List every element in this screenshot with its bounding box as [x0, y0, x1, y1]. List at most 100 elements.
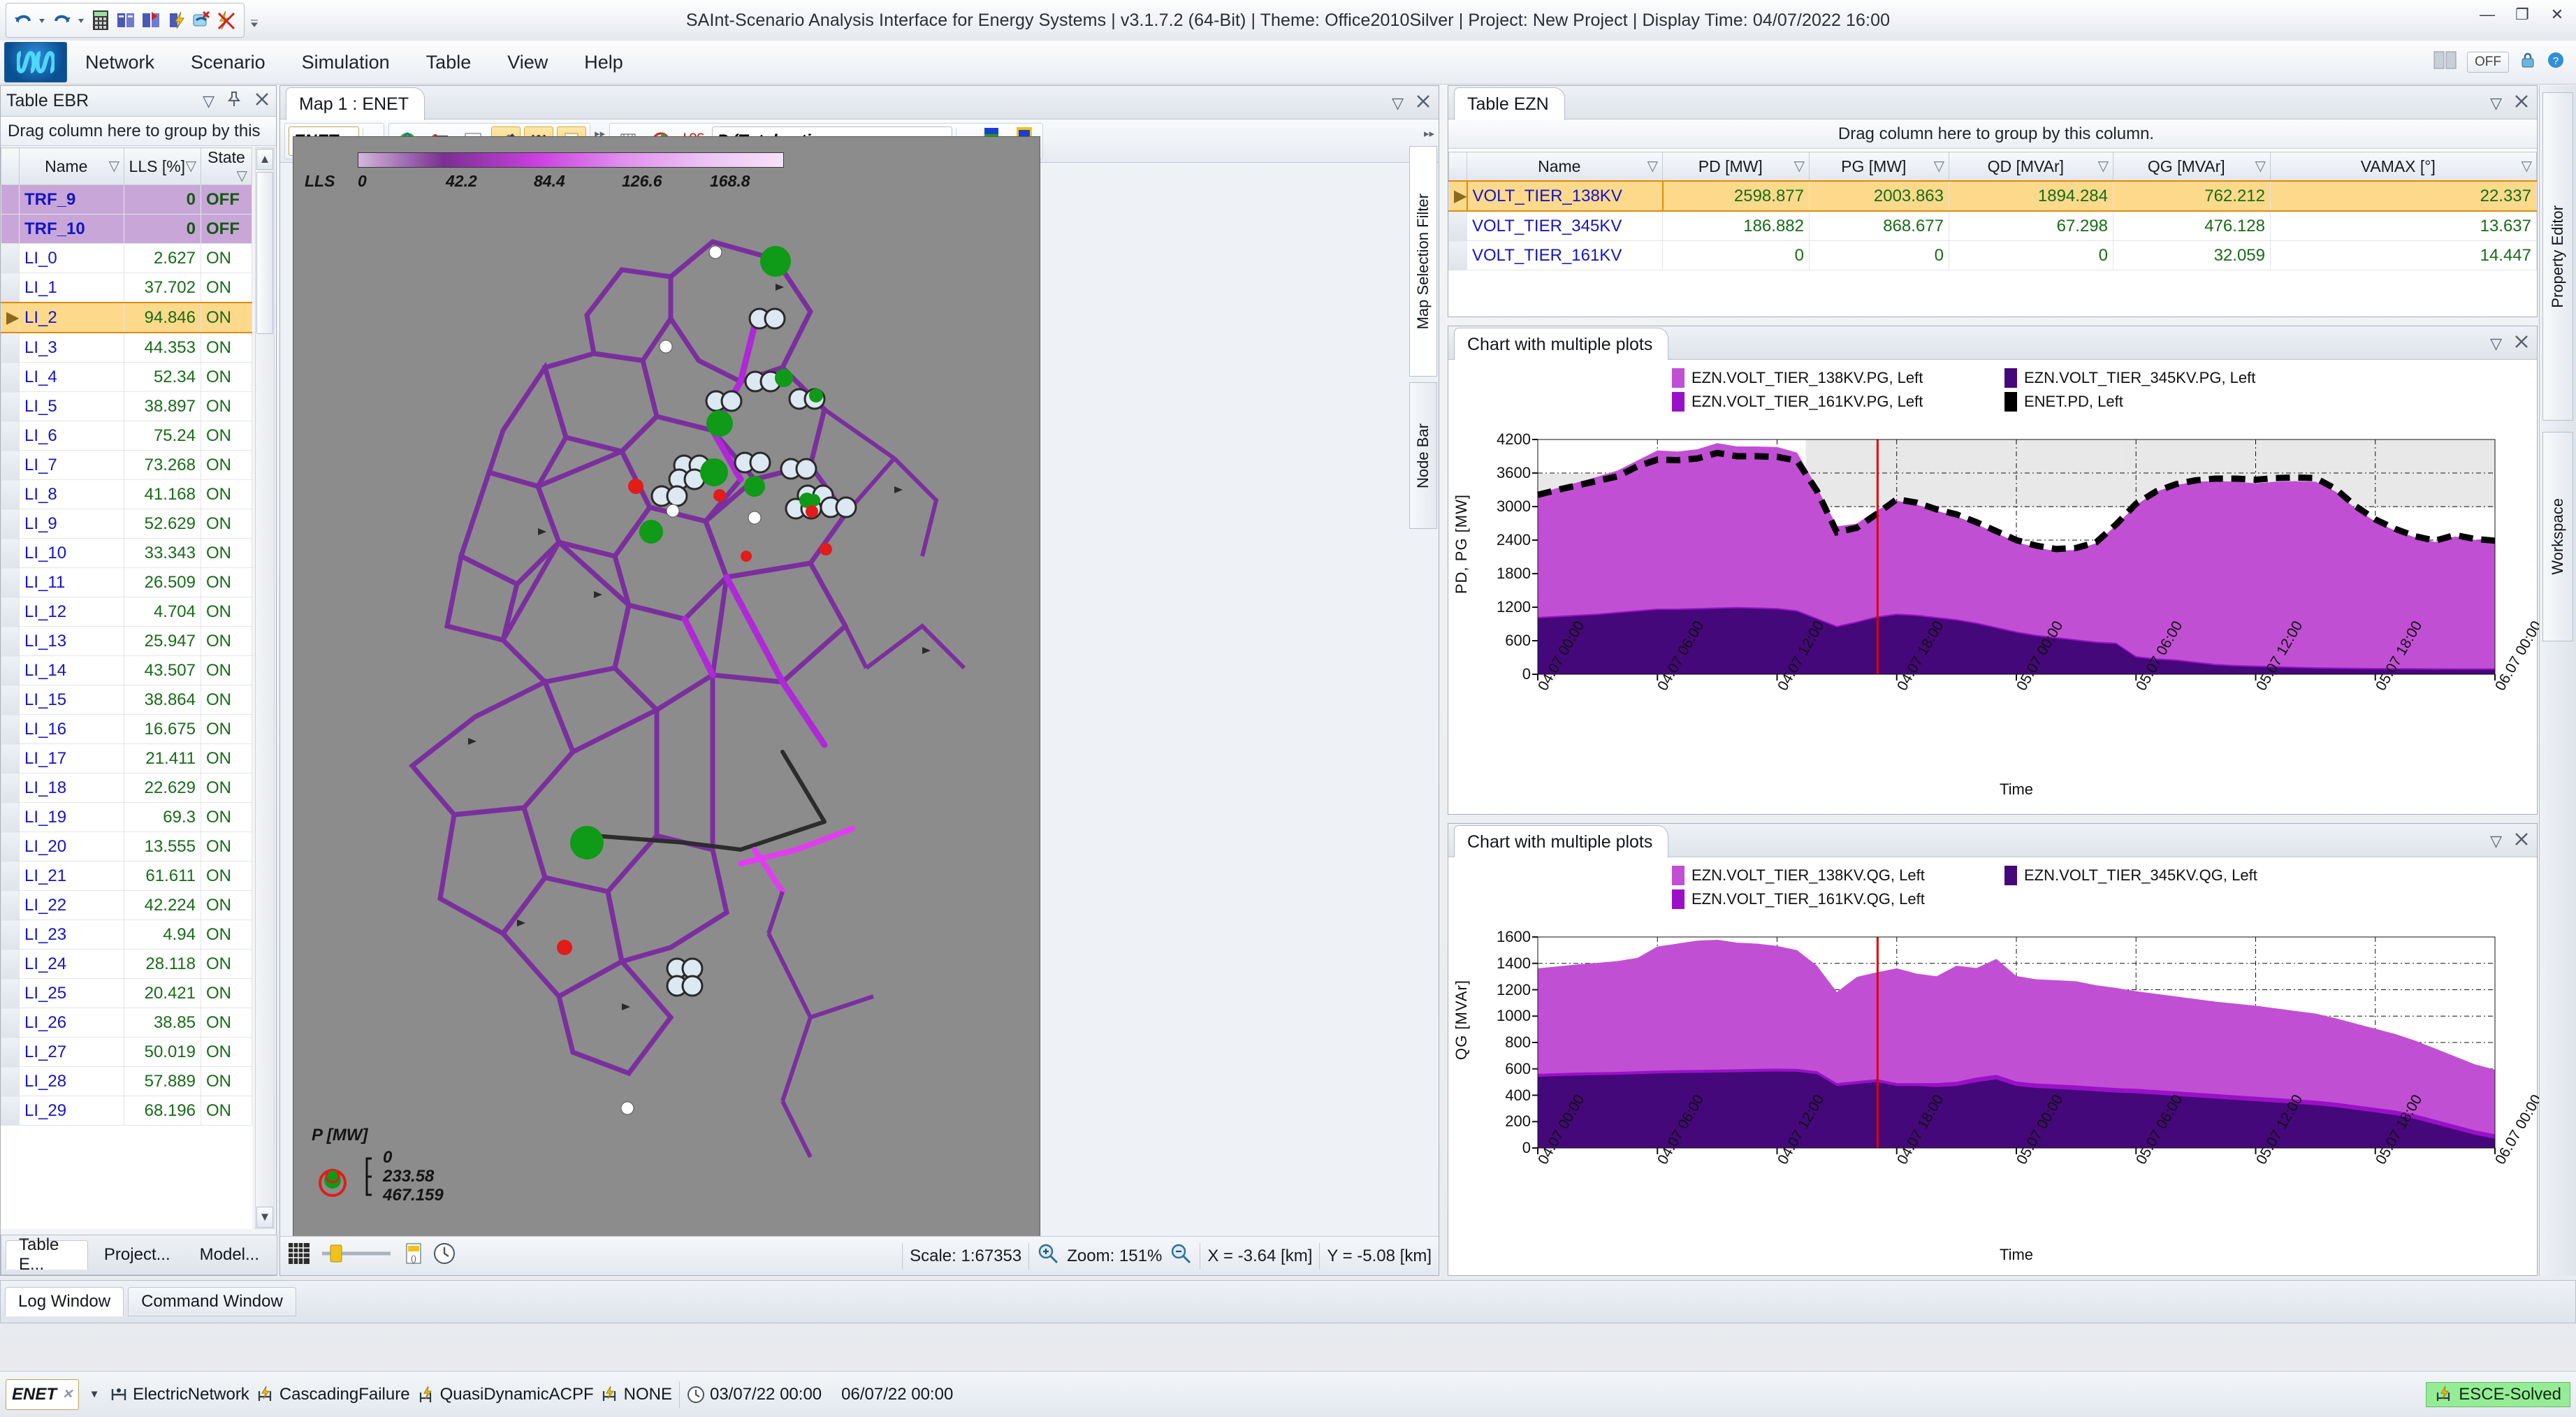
ezn-col-name[interactable]: Name ▽ — [1467, 152, 1663, 182]
close-panel-icon[interactable] — [2513, 93, 2530, 114]
filter-icon[interactable]: ▽ — [1934, 157, 1944, 175]
tab-log-window[interactable]: Log Window — [5, 1287, 124, 1316]
row-indicator[interactable] — [1, 685, 20, 715]
filter-icon[interactable]: ▽ — [2255, 157, 2266, 175]
scroll-down-button[interactable]: ▼ — [256, 1207, 273, 1228]
tab-command-window[interactable]: Command Window — [128, 1287, 296, 1316]
menu-item-view[interactable]: View — [489, 41, 566, 84]
row-indicator[interactable] — [1, 1037, 20, 1067]
cell-name[interactable]: LI_20 — [19, 831, 124, 862]
filter-icon[interactable]: ▽ — [109, 157, 119, 175]
cell-lls[interactable]: 94.846 — [124, 302, 201, 333]
cell-name[interactable]: LI_17 — [19, 743, 124, 773]
cell-qg[interactable]: 32.059 — [2113, 240, 2271, 270]
cell-lls[interactable]: 2.627 — [124, 243, 201, 273]
pin-icon[interactable] — [226, 91, 242, 112]
chevron-down-icon[interactable]: ▼ — [86, 1381, 103, 1408]
cell-name[interactable]: LI_28 — [19, 1066, 124, 1096]
table-row[interactable]: LI_18 22.629 ON — [1, 773, 252, 803]
cell-vamax[interactable]: 22.337 — [2270, 180, 2537, 212]
row-indicator[interactable] — [1, 597, 20, 627]
panel-menu-icon[interactable]: ▽ — [2490, 94, 2502, 112]
ebr-group-panel[interactable]: Drag column here to group by this — [1, 117, 276, 146]
row-indicator[interactable] — [1, 890, 20, 920]
table-row[interactable]: LI_29 68.196 ON — [1, 1096, 252, 1126]
cell-state[interactable]: ON — [201, 655, 252, 685]
cell-name[interactable]: LI_12 — [19, 597, 124, 627]
menu-item-simulation[interactable]: Simulation — [284, 41, 408, 84]
cell-lls[interactable]: 4.704 — [124, 597, 201, 627]
row-indicator[interactable] — [1, 949, 20, 979]
cell-name[interactable]: LI_7 — [19, 450, 124, 480]
cell-pg[interactable]: 2003.863 — [1809, 180, 1949, 212]
table-row[interactable]: LI_14 43.507 ON — [1, 655, 252, 685]
filter-icon[interactable]: ▽ — [1794, 157, 1805, 175]
panel-menu-icon[interactable]: ▽ — [2490, 832, 2502, 850]
table-row[interactable]: LI_0 2.627 ON — [1, 243, 252, 273]
zoom-in-icon[interactable] — [1036, 1242, 1060, 1270]
row-indicator[interactable] — [1, 567, 20, 597]
cell-name[interactable]: VOLT_TIER_161KV — [1467, 240, 1663, 270]
cell-name[interactable]: LI_4 — [19, 362, 124, 392]
cell-name[interactable]: LI_18 — [19, 773, 124, 803]
cell-lls[interactable]: 21.411 — [124, 743, 201, 773]
cell-lls[interactable]: 38.897 — [124, 391, 201, 421]
row-indicator[interactable] — [1, 714, 20, 744]
row-indicator[interactable]: ▶ — [1448, 180, 1467, 212]
cell-lls[interactable]: 42.224 — [124, 890, 201, 920]
cell-name[interactable]: LI_9 — [19, 509, 124, 539]
cell-state[interactable]: ON — [201, 362, 252, 392]
row-indicator[interactable] — [1, 450, 20, 480]
filter-icon[interactable]: ▽ — [2522, 157, 2532, 175]
table-ezn-tab[interactable]: Table EZN — [1454, 87, 1565, 120]
cell-name[interactable]: LI_25 — [19, 978, 124, 1008]
table-row[interactable]: LI_20 13.555 ON — [1, 831, 252, 862]
cell-name[interactable]: LI_11 — [19, 567, 124, 597]
cell-name[interactable]: LI_24 — [19, 949, 124, 979]
cell-pg[interactable]: 868.677 — [1809, 210, 1949, 241]
row-indicator[interactable] — [1, 214, 20, 244]
chart1-tab[interactable]: Chart with multiple plots — [1454, 328, 1669, 361]
cell-state[interactable]: OFF — [201, 184, 252, 215]
cell-lls[interactable]: 38.85 — [124, 1008, 201, 1038]
table-row[interactable]: LI_17 21.411 ON — [1, 743, 252, 773]
row-indicator[interactable] — [1, 184, 20, 215]
row-indicator[interactable] — [1, 1008, 20, 1038]
cell-name[interactable]: LI_13 — [19, 626, 124, 656]
table-row[interactable]: LI_27 50.019 ON — [1, 1037, 252, 1067]
row-indicator[interactable] — [1, 479, 20, 509]
cell-lls[interactable]: 43.507 — [124, 655, 201, 685]
cell-qd[interactable]: 0 — [1949, 240, 2113, 270]
map-tab[interactable]: Map 1 : ENET — [286, 87, 425, 120]
table-row[interactable]: LI_13 25.947 ON — [1, 626, 252, 656]
dock-tab-table-editor[interactable]: Table E... — [6, 1235, 88, 1274]
cell-name[interactable]: LI_3 — [19, 332, 124, 363]
cell-lls[interactable]: 13.555 — [124, 831, 201, 862]
table-row[interactable]: LI_23 4.94 ON — [1, 920, 252, 950]
cell-state[interactable]: ON — [201, 685, 252, 715]
table-row[interactable]: LI_16 16.675 ON — [1, 714, 252, 744]
row-indicator[interactable] — [1, 626, 20, 656]
row-indicator[interactable] — [1, 538, 20, 568]
map-side-tab-node-bar[interactable]: Node Bar — [1409, 382, 1437, 529]
ezn-col-pg[interactable]: PG [MW] ▽ — [1809, 152, 1949, 182]
map-side-tab-selection-filter[interactable]: Map Selection Filter — [1409, 146, 1437, 377]
cell-name[interactable]: VOLT_TIER_345KV — [1467, 210, 1663, 241]
cell-state[interactable]: ON — [201, 272, 252, 303]
row-indicator[interactable] — [1448, 240, 1467, 270]
row-indicator[interactable] — [1, 978, 20, 1008]
table-row[interactable]: LI_19 69.3 ON — [1, 802, 252, 832]
scrollbar-thumb[interactable] — [256, 172, 273, 334]
ezn-group-panel[interactable]: Drag column here to group by this column… — [1448, 119, 2537, 149]
table-row[interactable]: LI_24 28.118 ON — [1, 949, 252, 979]
cell-state[interactable]: ON — [201, 391, 252, 421]
filter-icon[interactable]: ▽ — [237, 167, 247, 184]
lock-icon[interactable] — [2519, 51, 2537, 74]
table-row[interactable]: LI_6 75.24 ON — [1, 421, 252, 451]
cell-lls[interactable]: 37.702 — [124, 272, 201, 303]
cell-name[interactable]: LI_0 — [19, 243, 124, 273]
cell-state[interactable]: ON — [201, 243, 252, 273]
status-chip-quasi-dynamic-acpf[interactable]: QuasiDynamicACPF — [417, 1385, 594, 1404]
cell-name[interactable]: LI_6 — [19, 421, 124, 451]
rail-tab-workspace[interactable]: Workspace — [2542, 432, 2573, 641]
